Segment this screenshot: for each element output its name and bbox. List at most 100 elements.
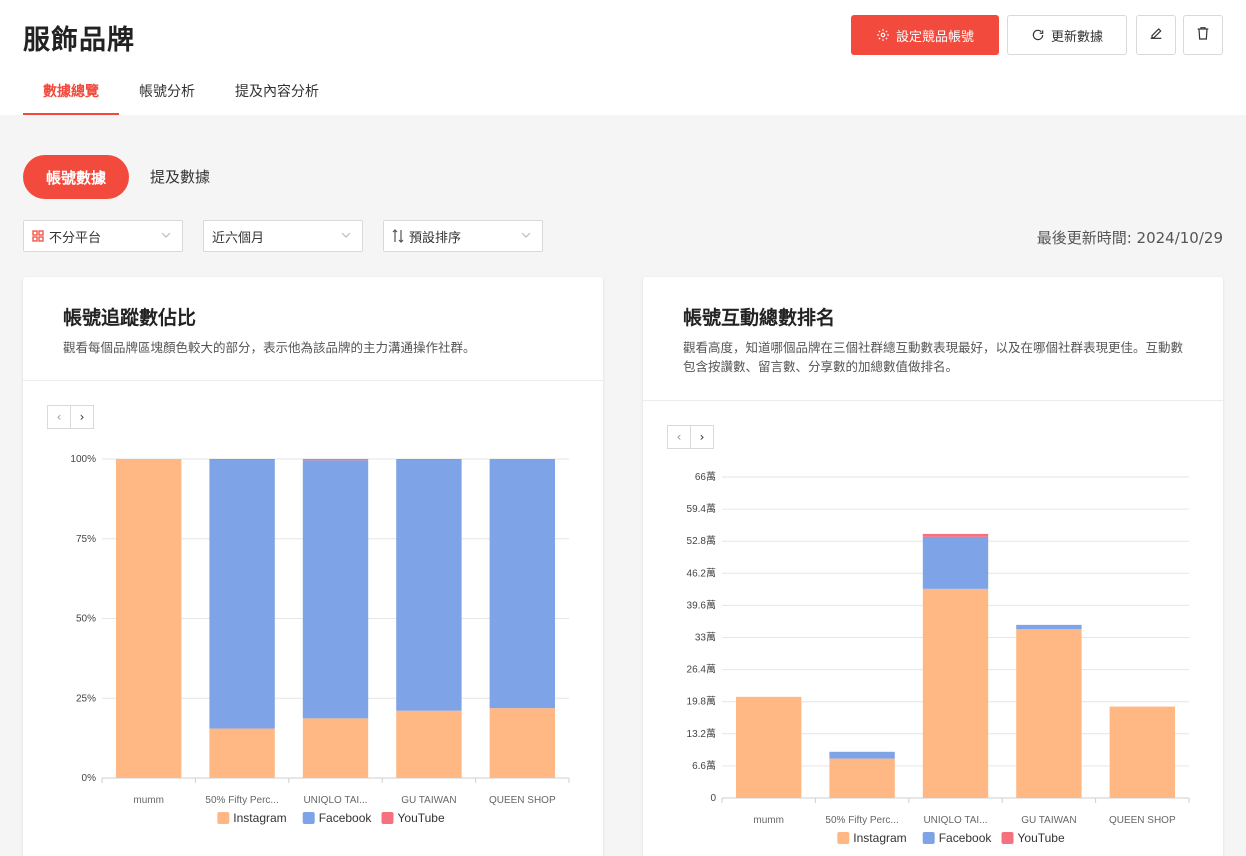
x-tick-label: 50% Fifty Perc...	[825, 815, 898, 826]
platform-select[interactable]: 不分平台	[23, 220, 183, 252]
legend-item-instagram[interactable]: Instagram	[837, 831, 907, 845]
period-select-value: 近六個月	[212, 230, 265, 246]
delete-button[interactable]	[1183, 15, 1223, 55]
top-bar: 服飾品牌 設定競品帳號 更新數據 數據總覽 帳號分析 提及內容分析	[0, 0, 1246, 115]
follower-share-card: 帳號追蹤數佔比 觀看每個品牌區塊顏色較大的部分，表示他為該品牌的主力溝通操作社群…	[23, 277, 603, 856]
edit-button[interactable]	[1136, 15, 1176, 55]
main-tabs: 數據總覽 帳號分析 提及內容分析	[23, 66, 339, 115]
platform-select-value: 不分平台	[49, 230, 102, 246]
y-tick-label: 26.4萬	[687, 663, 716, 676]
y-tick-label: 52.8萬	[687, 534, 716, 547]
y-tick-label: 39.6萬	[687, 598, 716, 611]
set-competitor-accounts-button[interactable]: 設定競品帳號	[851, 15, 999, 55]
legend-swatch	[302, 812, 315, 824]
x-tick-label: mumm	[133, 795, 164, 806]
y-tick-label: 25%	[76, 693, 96, 704]
refresh-icon	[1031, 28, 1045, 42]
bar-segment-facebook[interactable]	[209, 459, 275, 729]
legend-label: Facebook	[319, 811, 373, 825]
y-tick-label: 33萬	[695, 631, 716, 644]
divider	[23, 380, 603, 381]
y-tick-label: 0%	[82, 773, 97, 784]
bar-segment-instagram[interactable]	[116, 459, 182, 778]
legend-item-youtube[interactable]: YouTube	[381, 811, 445, 825]
legend-label: YouTube	[398, 811, 445, 825]
follower-share-chart: 0% 25% 50% 75% 100% mumm 50% Fifty Perc... UNIQ…	[70, 454, 570, 825]
last-updated-text: 最後更新時間: 2024/10/29	[1036, 229, 1223, 247]
y-tick-label: 0	[710, 793, 716, 804]
bar-segment-instagram[interactable]	[209, 728, 275, 778]
legend-item-facebook[interactable]: Facebook	[302, 811, 373, 825]
card-description: 觀看每個品牌區塊顏色較大的部分，表示他為該品牌的主力溝通操作社群。	[63, 340, 476, 355]
legend-label: YouTube	[1018, 831, 1065, 845]
bar-segment-instagram[interactable]	[922, 588, 989, 798]
interaction-ranking-card: 帳號互動總數排名 觀看高度，知道哪個品牌在三個社群總互動數表現最好，以及在哪個社…	[643, 277, 1223, 856]
tab-mention-analysis[interactable]: 提及內容分析	[215, 66, 339, 115]
divider	[643, 400, 1223, 401]
y-tick-label: 66萬	[695, 470, 716, 483]
legend-item-instagram[interactable]: Instagram	[217, 811, 287, 825]
page-title: 服飾品牌	[23, 25, 135, 56]
set-competitor-accounts-label: 設定競品帳號	[895, 29, 974, 45]
card-title: 帳號互動總數排名	[683, 307, 836, 329]
bar-segment-instagram[interactable]	[489, 708, 555, 778]
tab-data-overview[interactable]: 數據總覽	[23, 66, 119, 115]
bar-segment-facebook[interactable]	[922, 536, 989, 589]
bar-segment-youtube[interactable]	[302, 459, 369, 461]
bar-segment-youtube[interactable]	[922, 533, 989, 537]
legend-item-youtube[interactable]: YouTube	[1001, 831, 1065, 845]
chevron-left-icon[interactable]: ‹	[47, 405, 71, 429]
legend-swatch	[837, 832, 850, 844]
interaction-ranking-chart: 0 6.6萬 13.2萬 19.8萬 26.4萬 33萬 39.6萬 46.2萬 52.8萬 59…	[687, 470, 1190, 845]
legend-swatch	[217, 812, 230, 824]
x-tick-label: UNIQLO TAI...	[923, 815, 987, 826]
subtab-account-data[interactable]: 帳號數據	[23, 155, 129, 199]
y-tick-label: 13.2萬	[687, 727, 716, 740]
chevron-down-icon	[520, 229, 532, 245]
bar-segment-instagram[interactable]	[829, 758, 895, 798]
x-tick-label: mumm	[753, 815, 784, 826]
legend-swatch	[922, 832, 935, 844]
x-tick-label: GU TAIWAN	[1021, 815, 1076, 826]
bar-segment-instagram[interactable]	[1016, 629, 1082, 798]
subtab-mention-data[interactable]: 提及數據	[150, 166, 210, 187]
refresh-data-label: 更新數據	[1050, 29, 1103, 45]
tab-account-analysis[interactable]: 帳號分析	[119, 66, 215, 115]
sort-select[interactable]: 預設排序	[383, 220, 543, 252]
edit-icon	[1148, 25, 1164, 45]
bar-segment-instagram[interactable]	[1109, 706, 1175, 798]
bar-segment-instagram[interactable]	[302, 718, 369, 778]
chevron-right-icon[interactable]: ›	[70, 405, 94, 429]
bar-segment-instagram[interactable]	[396, 710, 462, 778]
grid-icon	[32, 230, 44, 242]
card-description: 觀看高度，知道哪個品牌在三個社群總互動數表現最好，以及在哪個社群表現更佳。互動數…	[683, 340, 1184, 374]
sort-icon	[392, 229, 404, 243]
chart-pager: ‹ ›	[667, 425, 714, 449]
chevron-left-icon[interactable]: ‹	[667, 425, 691, 449]
gear-icon	[876, 28, 890, 42]
x-tick-label: UNIQLO TAI...	[303, 795, 367, 806]
legend-label: Facebook	[939, 831, 993, 845]
bar-segment-youtube[interactable]	[396, 459, 462, 460]
bar-segment-facebook[interactable]	[302, 460, 369, 719]
period-select[interactable]: 近六個月	[203, 220, 363, 252]
trash-icon	[1195, 25, 1211, 45]
chevron-right-icon[interactable]: ›	[690, 425, 714, 449]
bar-segment-facebook[interactable]	[396, 459, 462, 711]
legend-item-facebook[interactable]: Facebook	[922, 831, 993, 845]
y-tick-label: 6.6萬	[692, 759, 716, 772]
bar-segment-facebook[interactable]	[829, 751, 895, 759]
card-title: 帳號追蹤數佔比	[63, 307, 197, 329]
legend-label: Instagram	[233, 811, 286, 825]
bar-segment-facebook[interactable]	[489, 459, 555, 709]
x-tick-label: QUEEN SHOP	[1109, 815, 1176, 826]
bar-segment-facebook[interactable]	[1016, 624, 1082, 630]
y-tick-label: 46.2萬	[687, 566, 716, 579]
chevron-down-icon	[340, 229, 352, 245]
bar-segment-youtube[interactable]	[209, 459, 275, 460]
x-tick-label: GU TAIWAN	[401, 795, 456, 806]
y-tick-label: 100%	[70, 454, 96, 465]
y-tick-label: 19.8萬	[687, 695, 716, 708]
refresh-data-button[interactable]: 更新數據	[1007, 15, 1127, 55]
bar-segment-instagram[interactable]	[736, 696, 802, 798]
